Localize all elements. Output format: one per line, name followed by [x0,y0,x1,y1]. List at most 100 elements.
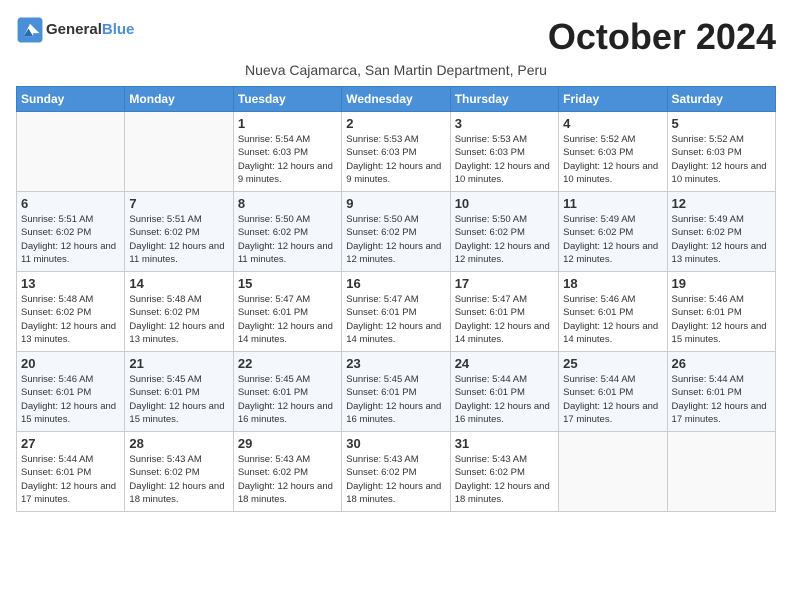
logo-icon [16,16,44,44]
day-number: 3 [455,116,554,131]
calendar-cell: 16 Sunrise: 5:47 AM Sunset: 6:01 PM Dayli… [342,272,450,352]
day-number: 19 [672,276,771,291]
calendar-cell: 20 Sunrise: 5:46 AM Sunset: 6:01 PM Dayli… [17,352,125,432]
day-number: 10 [455,196,554,211]
day-number: 6 [21,196,120,211]
calendar-cell: 27 Sunrise: 5:44 AM Sunset: 6:01 PM Dayli… [17,432,125,512]
calendar-cell: 29 Sunrise: 5:43 AM Sunset: 6:02 PM Dayli… [233,432,341,512]
day-number: 20 [21,356,120,371]
day-number: 30 [346,436,445,451]
calendar-cell: 18 Sunrise: 5:46 AM Sunset: 6:01 PM Dayli… [559,272,667,352]
day-number: 16 [346,276,445,291]
day-header-thursday: Thursday [450,87,558,112]
day-info: Sunrise: 5:50 AM Sunset: 6:02 PM Dayligh… [238,213,337,266]
calendar-cell: 12Sunrise: 5:49 AM Sunset: 6:02 PM Dayli… [667,192,775,272]
calendar-cell [17,112,125,192]
calendar-cell: 1 Sunrise: 5:54 AM Sunset: 6:03 PM Daylig… [233,112,341,192]
day-header-monday: Monday [125,87,233,112]
day-number: 5 [672,116,771,131]
calendar-cell: 2Sunrise: 5:53 AM Sunset: 6:03 PM Daylig… [342,112,450,192]
day-number: 11 [563,196,662,211]
logo: GeneralBlue [16,16,134,44]
day-number: 8 [238,196,337,211]
day-info: Sunrise: 5:48 AM Sunset: 6:02 PM Dayligh… [129,293,228,346]
day-info: Sunrise: 5:43 AM Sunset: 6:02 PM Dayligh… [129,453,228,506]
day-info: Sunrise: 5:46 AM Sunset: 6:01 PM Dayligh… [672,293,771,346]
calendar-cell: 28 Sunrise: 5:43 AM Sunset: 6:02 PM Dayli… [125,432,233,512]
day-number: 12 [672,196,771,211]
day-number: 9 [346,196,445,211]
calendar-cell [125,112,233,192]
day-info: Sunrise: 5:45 AM Sunset: 6:01 PM Dayligh… [346,373,445,426]
day-info: Sunrise: 5:53 AM Sunset: 6:03 PM Dayligh… [455,133,554,186]
day-number: 25 [563,356,662,371]
day-info: Sunrise: 5:44 AM Sunset: 6:01 PM Dayligh… [21,453,120,506]
day-number: 1 [238,116,337,131]
day-number: 14 [129,276,228,291]
day-number: 22 [238,356,337,371]
day-info: Sunrise: 5:44 AM Sunset: 6:01 PM Dayligh… [563,373,662,426]
day-number: 27 [21,436,120,451]
day-info: Sunrise: 5:43 AM Sunset: 6:02 PM Dayligh… [346,453,445,506]
calendar-cell: 19 Sunrise: 5:46 AM Sunset: 6:01 PM Dayli… [667,272,775,352]
day-info: Sunrise: 5:45 AM Sunset: 6:01 PM Dayligh… [129,373,228,426]
day-info: Sunrise: 5:44 AM Sunset: 6:01 PM Dayligh… [672,373,771,426]
calendar-cell: 25 Sunrise: 5:44 AM Sunset: 6:01 PM Dayli… [559,352,667,432]
day-number: 29 [238,436,337,451]
day-number: 7 [129,196,228,211]
calendar-cell: 11 Sunrise: 5:49 AM Sunset: 6:02 PM Dayli… [559,192,667,272]
day-info: Sunrise: 5:47 AM Sunset: 6:01 PM Dayligh… [455,293,554,346]
day-info: Sunrise: 5:46 AM Sunset: 6:01 PM Dayligh… [21,373,120,426]
day-number: 21 [129,356,228,371]
day-number: 15 [238,276,337,291]
subtitle: Nueva Cajamarca, San Martin Department, … [16,62,776,78]
calendar-cell: 4 Sunrise: 5:52 AM Sunset: 6:03 PM Daylig… [559,112,667,192]
day-number: 31 [455,436,554,451]
day-info: Sunrise: 5:47 AM Sunset: 6:01 PM Dayligh… [346,293,445,346]
day-number: 4 [563,116,662,131]
calendar-cell: 13Sunrise: 5:48 AM Sunset: 6:02 PM Dayli… [17,272,125,352]
day-number: 18 [563,276,662,291]
day-info: Sunrise: 5:53 AM Sunset: 6:03 PM Dayligh… [346,133,445,186]
month-title: October 2024 [548,16,776,58]
calendar-cell: 30 Sunrise: 5:43 AM Sunset: 6:02 PM Dayli… [342,432,450,512]
calendar-cell: 24 Sunrise: 5:44 AM Sunset: 6:01 PM Dayli… [450,352,558,432]
day-info: Sunrise: 5:44 AM Sunset: 6:01 PM Dayligh… [455,373,554,426]
day-info: Sunrise: 5:49 AM Sunset: 6:02 PM Dayligh… [563,213,662,266]
day-header-tuesday: Tuesday [233,87,341,112]
day-number: 24 [455,356,554,371]
day-info: Sunrise: 5:46 AM Sunset: 6:01 PM Dayligh… [563,293,662,346]
calendar-cell: 8 Sunrise: 5:50 AM Sunset: 6:02 PM Daylig… [233,192,341,272]
day-info: Sunrise: 5:50 AM Sunset: 6:02 PM Dayligh… [455,213,554,266]
calendar-cell: 15 Sunrise: 5:47 AM Sunset: 6:01 PM Dayli… [233,272,341,352]
day-info: Sunrise: 5:54 AM Sunset: 6:03 PM Dayligh… [238,133,337,186]
calendar-cell: 22 Sunrise: 5:45 AM Sunset: 6:01 PM Dayli… [233,352,341,432]
day-header-sunday: Sunday [17,87,125,112]
day-info: Sunrise: 5:51 AM Sunset: 6:02 PM Dayligh… [21,213,120,266]
calendar-cell [559,432,667,512]
calendar-cell: 6 Sunrise: 5:51 AM Sunset: 6:02 PM Daylig… [17,192,125,272]
day-info: Sunrise: 5:45 AM Sunset: 6:01 PM Dayligh… [238,373,337,426]
day-number: 13 [21,276,120,291]
calendar-cell: 23 Sunrise: 5:45 AM Sunset: 6:01 PM Dayli… [342,352,450,432]
calendar-cell: 31 Sunrise: 5:43 AM Sunset: 6:02 PM Dayli… [450,432,558,512]
day-info: Sunrise: 5:43 AM Sunset: 6:02 PM Dayligh… [238,453,337,506]
day-number: 23 [346,356,445,371]
calendar-cell: 26 Sunrise: 5:44 AM Sunset: 6:01 PM Dayli… [667,352,775,432]
day-info: Sunrise: 5:51 AM Sunset: 6:02 PM Dayligh… [129,213,228,266]
day-number: 26 [672,356,771,371]
day-number: 28 [129,436,228,451]
day-info: Sunrise: 5:43 AM Sunset: 6:02 PM Dayligh… [455,453,554,506]
calendar-cell: 17 Sunrise: 5:47 AM Sunset: 6:01 PM Dayli… [450,272,558,352]
calendar-cell: 10 Sunrise: 5:50 AM Sunset: 6:02 PM Dayli… [450,192,558,272]
logo-text: GeneralBlue [46,22,134,39]
day-info: Sunrise: 5:52 AM Sunset: 6:03 PM Dayligh… [672,133,771,186]
day-info: Sunrise: 5:47 AM Sunset: 6:01 PM Dayligh… [238,293,337,346]
day-info: Sunrise: 5:52 AM Sunset: 6:03 PM Dayligh… [563,133,662,186]
day-info: Sunrise: 5:50 AM Sunset: 6:02 PM Dayligh… [346,213,445,266]
calendar-cell: 7 Sunrise: 5:51 AM Sunset: 6:02 PM Daylig… [125,192,233,272]
calendar-cell: 21 Sunrise: 5:45 AM Sunset: 6:01 PM Dayli… [125,352,233,432]
day-header-wednesday: Wednesday [342,87,450,112]
calendar-cell [667,432,775,512]
day-number: 17 [455,276,554,291]
